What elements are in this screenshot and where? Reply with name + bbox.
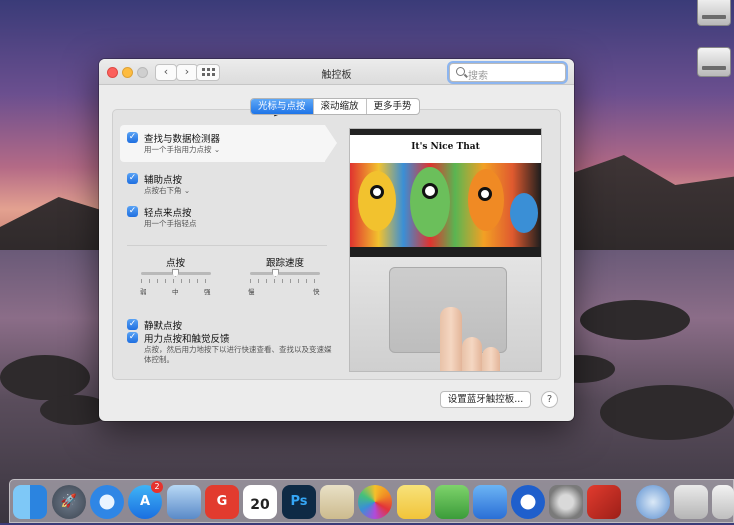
checkbox-lookup[interactable]: ✓ <box>127 132 138 143</box>
help-button[interactable]: ? <box>541 391 558 408</box>
tick-label: 强 <box>204 288 211 296</box>
desktop-rock <box>0 355 90 400</box>
tab-scroll-zoom[interactable]: 滚动缩放 <box>314 99 367 114</box>
photoshop-icon[interactable]: Ps <box>282 485 316 519</box>
force-click-description: 点按，然后用力地按下以进行快速查看、查找以及变速媒体控制。 <box>144 345 332 364</box>
launchpad-icon[interactable]: 🚀 <box>52 485 86 519</box>
search-placeholder: 搜索 <box>468 71 488 82</box>
preview-icon[interactable] <box>167 485 201 519</box>
downloads-icon[interactable] <box>636 485 670 519</box>
title-bar: ‹ › 触控板 搜索 <box>99 59 574 85</box>
click-slider-label: 点按 <box>166 258 186 269</box>
tab-bar: 光标与点按 滚动缩放 更多手势 <box>250 98 420 115</box>
checkbox-tap-to-click[interactable]: ✓ <box>127 206 138 217</box>
checkbox-secondary-click[interactable]: ✓ <box>127 173 138 184</box>
option-title: 静默点按 <box>144 321 183 332</box>
calendar-date: 20 <box>250 497 270 513</box>
search-field[interactable]: 搜索 <box>449 63 566 82</box>
slider-ticks <box>250 279 322 283</box>
option-subtitle[interactable]: 点按右下角 ⌄ <box>144 185 190 196</box>
tick-label: 快 <box>313 288 320 296</box>
parallels-icon[interactable] <box>587 485 621 519</box>
app-store-badge: 2 <box>151 481 163 493</box>
preview-site-header: It's Nice That <box>350 135 541 163</box>
finger-illustration <box>440 307 462 371</box>
tab-more-gestures[interactable]: 更多手势 <box>367 99 419 114</box>
system-preferences-icon[interactable] <box>549 485 583 519</box>
option-subtitle: 用一个手指轻点 <box>144 219 197 228</box>
preview-trackpad-area <box>350 257 541 371</box>
search-icon <box>456 67 465 76</box>
separator <box>127 245 327 246</box>
chevron-down-icon: ⌄ <box>183 186 191 195</box>
keynote-icon[interactable] <box>473 485 507 519</box>
option-title: 辅助点按 <box>144 175 183 186</box>
gesture-preview: It's Nice That <box>349 128 542 372</box>
mail-icon[interactable] <box>320 485 354 519</box>
finger-illustration <box>462 337 482 371</box>
option-title: 查找与数据检测器 <box>144 134 221 145</box>
tick-label: 中 <box>172 288 179 296</box>
numbers-icon[interactable] <box>435 485 469 519</box>
tracking-slider[interactable] <box>250 272 320 275</box>
trash-icon[interactable] <box>712 485 734 519</box>
tab-point-click[interactable]: 光标与点按 <box>251 99 314 114</box>
preview-site-title: It's Nice That <box>411 142 480 152</box>
desktop-rock <box>600 385 734 440</box>
photos-icon[interactable] <box>358 485 392 519</box>
hard-drive-icon[interactable] <box>697 0 731 26</box>
option-title: 轻点来点按 <box>144 208 192 219</box>
checkbox-force-click[interactable]: ✓ <box>127 332 138 343</box>
hard-drive-icon[interactable] <box>697 47 731 77</box>
option-subtitle[interactable]: 用一个手指用力点按 ⌄ <box>144 144 220 155</box>
desktop-rock <box>580 300 690 340</box>
preview-page-bar <box>350 247 541 257</box>
finder-icon[interactable] <box>13 485 47 519</box>
checkbox-silent-click[interactable]: ✓ <box>127 319 138 330</box>
notes-icon[interactable] <box>397 485 431 519</box>
setup-bluetooth-trackpad-button[interactable]: 设置蓝牙触控板... <box>440 391 531 408</box>
quicktime-icon[interactable] <box>511 485 545 519</box>
calendar-icon[interactable]: 20 <box>243 485 277 519</box>
chevron-down-icon: ⌄ <box>213 145 221 154</box>
tick-label: 弱 <box>140 288 147 296</box>
folder-icon[interactable] <box>674 485 708 519</box>
preview-artwork <box>350 163 541 247</box>
tick-label: 慢 <box>248 288 255 296</box>
tracking-slider-label: 跟踪速度 <box>266 258 305 269</box>
finger-illustration <box>482 347 500 371</box>
option-title: 用力点按和触觉反馈 <box>144 334 230 345</box>
slider-ticks <box>141 279 213 283</box>
safari-icon[interactable] <box>90 485 124 519</box>
foxit-icon[interactable]: G <box>205 485 239 519</box>
